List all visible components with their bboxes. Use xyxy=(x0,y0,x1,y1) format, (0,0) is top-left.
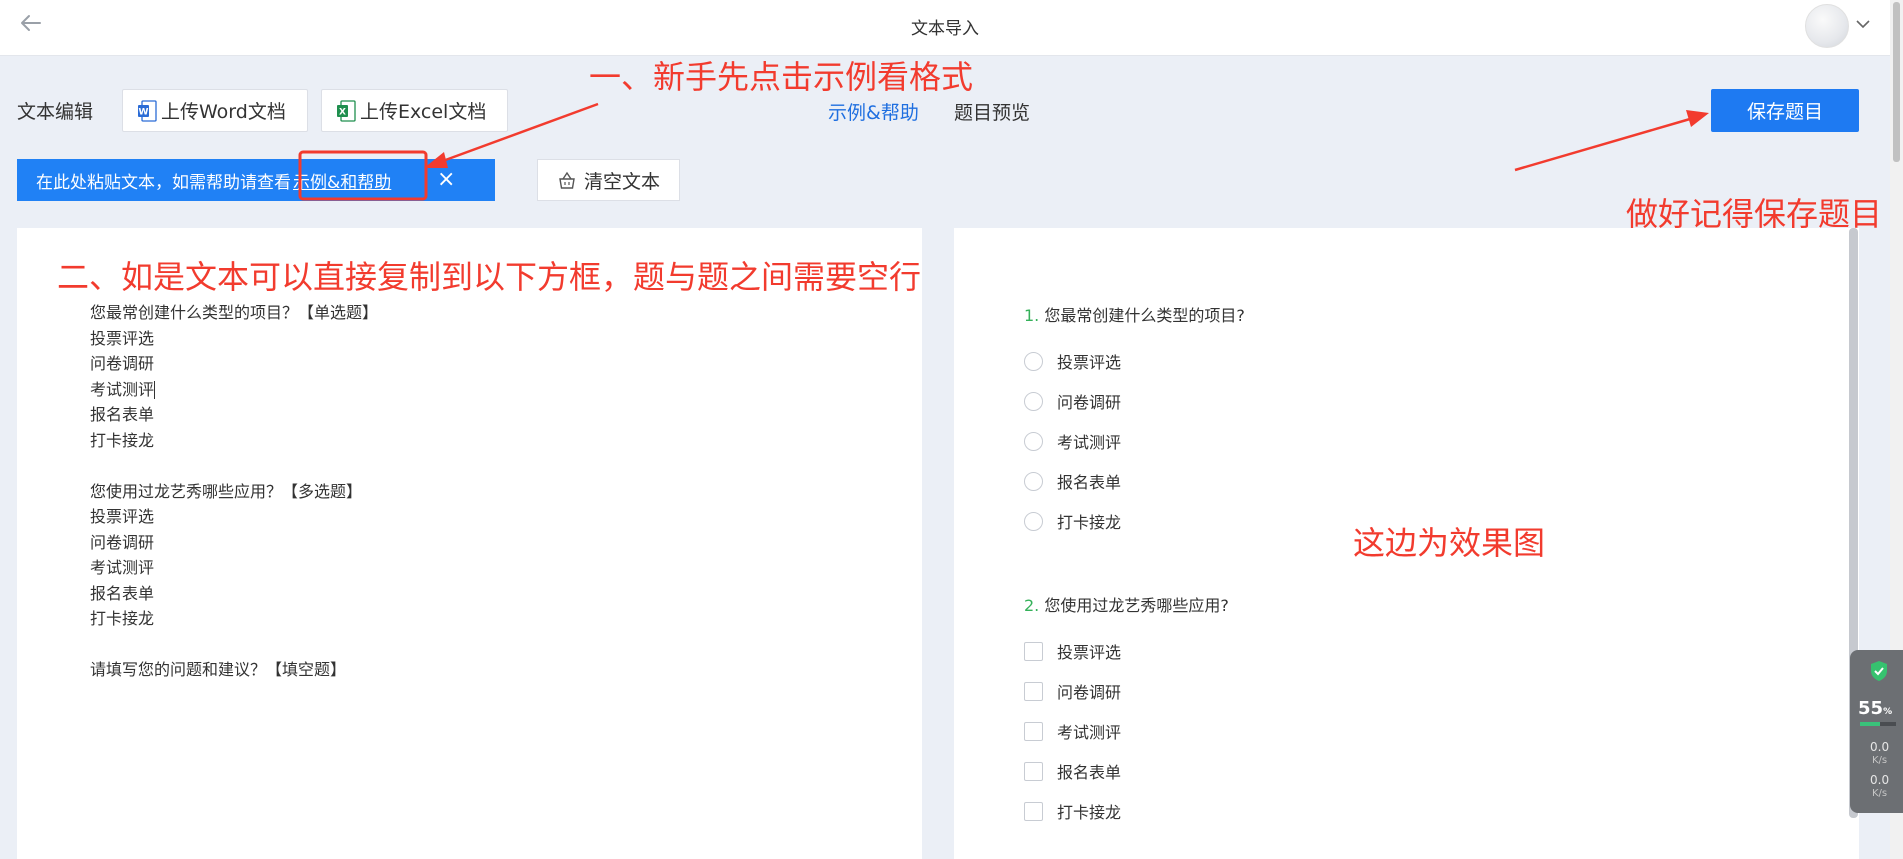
question-text: 您最常创建什么类型的项目? xyxy=(1044,306,1245,325)
text-edit-label: 文本编辑 xyxy=(17,101,94,123)
checkbox[interactable] xyxy=(1024,681,1043,701)
example-help-link[interactable]: 示例&帮助 xyxy=(828,98,919,125)
basket-icon xyxy=(559,171,575,189)
radio-button[interactable] xyxy=(1024,511,1043,531)
excel-file-icon: X xyxy=(337,99,356,122)
annotation-preview-hint: 这边为效果图 xyxy=(1353,524,1546,562)
radio-button[interactable] xyxy=(1024,351,1043,371)
tip-text: 在此处粘贴文本，如需帮助请查看 xyxy=(36,172,291,193)
editor-line: 投票评选 xyxy=(90,328,155,348)
text-cursor xyxy=(154,381,156,399)
radio-option[interactable]: 考试测评 xyxy=(1024,429,1121,453)
annotation-save-hint: 做好记得保存题目 xyxy=(1626,195,1883,233)
tip-help-link[interactable]: 示例&和帮助 xyxy=(293,168,391,193)
radio-option[interactable]: 打卡接龙 xyxy=(1024,509,1121,533)
editor-line: 您使用过龙艺秀哪些应用？【多选题】 xyxy=(90,481,363,501)
preview-tab[interactable]: 题目预览 xyxy=(954,98,1030,125)
question-number: 2. xyxy=(1024,596,1040,615)
radio-button[interactable] xyxy=(1024,431,1043,451)
annotation-step2: 二、如是文本可以直接复制到以下方框，题与题之间需要空行 xyxy=(57,258,922,296)
widget-percent: 55% xyxy=(1858,698,1893,719)
checkbox[interactable] xyxy=(1024,761,1043,781)
option-label: 考试测评 xyxy=(1057,723,1122,742)
editor-line: 打卡接龙 xyxy=(90,430,155,450)
arrow-line xyxy=(1514,117,1691,172)
page-title: 文本导入 xyxy=(911,19,979,39)
editor-line: 问卷调研 xyxy=(90,354,155,373)
upload-excel-label: 上传Excel文档 xyxy=(360,101,487,123)
option-label: 报名表单 xyxy=(1057,473,1122,492)
checkbox-option[interactable]: 考试测评 xyxy=(1024,719,1121,743)
checkbox-option[interactable]: 报名表单 xyxy=(1024,759,1121,783)
top-bar: 文本导入 xyxy=(0,0,1890,56)
annotation-step1: 一、新手先点击示例看格式 xyxy=(589,58,974,96)
editor-line: 报名表单 xyxy=(90,583,155,603)
checkbox-option[interactable]: 打卡接龙 xyxy=(1024,799,1121,823)
option-label: 打卡接龙 xyxy=(1057,803,1122,822)
avatar[interactable] xyxy=(1805,4,1849,48)
radio-button[interactable] xyxy=(1024,471,1043,491)
clear-text-button[interactable]: 清空文本 xyxy=(537,159,680,201)
upload-word-button[interactable]: W 上传Word文档 xyxy=(122,89,308,132)
editor-content[interactable]: 您最常创建什么类型的项目？【单选题】 投票评选 问卷调研 考试测评 报名表单 打… xyxy=(90,300,378,683)
option-label: 投票评选 xyxy=(1057,643,1122,662)
question-text: 您使用过龙艺秀哪些应用? xyxy=(1044,596,1229,615)
editor-line: 请填写您的问题和建议？【填空题】 xyxy=(90,660,347,679)
editor-line: 打卡接龙 xyxy=(90,609,155,628)
radio-option[interactable]: 报名表单 xyxy=(1024,469,1121,493)
clear-text-label: 清空文本 xyxy=(583,170,660,193)
close-icon[interactable]: × xyxy=(437,167,455,192)
option-label: 问卷调研 xyxy=(1057,393,1122,412)
word-file-icon: W xyxy=(138,99,157,122)
download-speed: 0.0 xyxy=(1870,773,1890,787)
checkbox[interactable] xyxy=(1024,801,1043,821)
editor-line: 投票评选 xyxy=(90,507,155,526)
checkbox[interactable] xyxy=(1024,641,1043,661)
save-questions-button[interactable]: 保存题目 xyxy=(1711,89,1859,132)
radio-option[interactable]: 问卷调研 xyxy=(1024,389,1121,413)
option-label: 投票评选 xyxy=(1057,353,1122,372)
question-title: 2. 您使用过龙艺秀哪些应用? xyxy=(1024,592,1229,616)
checkbox[interactable] xyxy=(1024,721,1043,741)
widget-usage-fill xyxy=(1860,722,1880,726)
svg-text:W: W xyxy=(139,107,149,117)
page-scrollbar-thumb[interactable] xyxy=(1893,2,1900,162)
question-number: 1. xyxy=(1024,306,1040,325)
editor-line: 报名表单 xyxy=(90,405,155,424)
option-label: 考试测评 xyxy=(1057,433,1122,452)
shield-check-icon xyxy=(1871,661,1887,681)
paste-tip-bar: 在此处粘贴文本，如需帮助请查看 示例&和帮助 × xyxy=(17,159,495,201)
editor-line: 考试测评 xyxy=(90,558,155,577)
checkbox-option[interactable]: 问卷调研 xyxy=(1024,679,1121,703)
radio-button[interactable] xyxy=(1024,391,1043,411)
editor-line: 考试测评 xyxy=(90,379,155,399)
upload-excel-button[interactable]: X 上传Excel文档 xyxy=(321,89,508,132)
svg-text:X: X xyxy=(339,107,346,117)
network-monitor-widget[interactable]: 55% 0.0 K/s 0.0 K/s xyxy=(1850,650,1903,813)
option-label: 报名表单 xyxy=(1057,763,1122,782)
arrow-head xyxy=(1686,110,1709,127)
checkbox-option[interactable]: 投票评选 xyxy=(1024,639,1121,663)
upload-speed: 0.0 xyxy=(1870,740,1890,754)
upload-word-label: 上传Word文档 xyxy=(161,101,286,123)
download-unit: K/s xyxy=(1872,788,1888,799)
editor-line: 问卷调研 xyxy=(90,532,155,552)
editor-line: 您最常创建什么类型的项目？【单选题】 xyxy=(90,303,379,322)
upload-unit: K/s xyxy=(1872,755,1888,766)
chevron-down-icon[interactable] xyxy=(1855,16,1871,32)
question-title: 1. 您最常创建什么类型的项目? xyxy=(1024,302,1245,326)
option-label: 打卡接龙 xyxy=(1057,513,1122,532)
radio-option[interactable]: 投票评选 xyxy=(1024,349,1121,373)
text-editor[interactable]: 您最常创建什么类型的项目？【单选题】 投票评选 问卷调研 考试测评 报名表单 打… xyxy=(17,228,922,859)
option-label: 问卷调研 xyxy=(1057,683,1122,702)
